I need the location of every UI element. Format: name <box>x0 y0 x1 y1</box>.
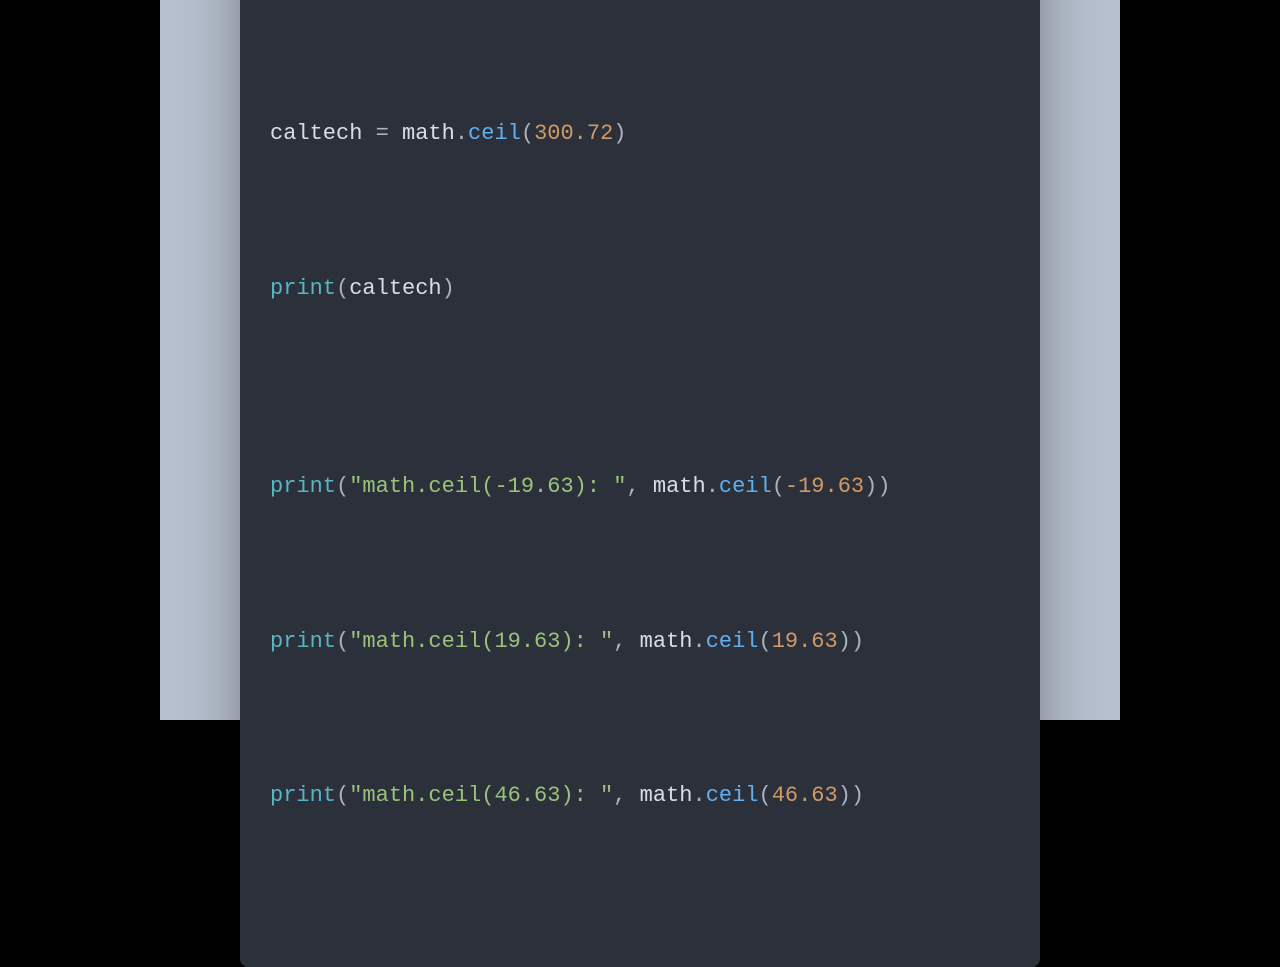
object-math: math <box>402 121 455 146</box>
dot: . <box>692 783 705 808</box>
string-literal: "math.ceil(-19.63): " <box>349 474 626 499</box>
builtin-print: print <box>270 474 336 499</box>
string-literal: "math.ceil(19.63): " <box>349 629 613 654</box>
lparen: ( <box>336 276 349 301</box>
rparen: ) <box>851 629 864 654</box>
lparen: ( <box>759 783 772 808</box>
method-ceil: ceil <box>719 474 772 499</box>
rparen: ) <box>838 629 851 654</box>
code-line-6: print("math.ceil(46.63): ", math.ceil(46… <box>270 779 1010 813</box>
method-ceil: ceil <box>706 629 759 654</box>
variable-name: caltech <box>270 121 362 146</box>
lparen: ( <box>336 783 349 808</box>
code-window: import math caltech = math.ceil(300.72) … <box>240 0 1040 967</box>
dot: . <box>706 474 719 499</box>
comma: , <box>613 629 639 654</box>
lparen: ( <box>521 121 534 146</box>
lparen: ( <box>759 629 772 654</box>
number-literal: 19.63 <box>772 629 838 654</box>
rparen: ) <box>851 783 864 808</box>
method-ceil: ceil <box>468 121 521 146</box>
rparen: ) <box>864 474 877 499</box>
arg-variable: caltech <box>349 276 441 301</box>
rparen: ) <box>877 474 890 499</box>
dot: . <box>692 629 705 654</box>
object-math: math <box>640 629 693 654</box>
code-line-4: print("math.ceil(-19.63): ", math.ceil(-… <box>270 470 1010 504</box>
rparen: ) <box>838 783 851 808</box>
number-literal: 46.63 <box>772 783 838 808</box>
builtin-print: print <box>270 629 336 654</box>
object-math: math <box>640 783 693 808</box>
code-area: import math caltech = math.ceil(300.72) … <box>240 0 1040 943</box>
stage-background: import math caltech = math.ceil(300.72) … <box>160 0 1120 720</box>
number-literal: 300.72 <box>534 121 613 146</box>
lparen: ( <box>336 474 349 499</box>
code-line-5: print("math.ceil(19.63): ", math.ceil(19… <box>270 625 1010 659</box>
rparen: ) <box>442 276 455 301</box>
comma: , <box>613 783 639 808</box>
code-line-3: print(caltech) <box>270 272 1010 306</box>
lparen: ( <box>772 474 785 499</box>
number-literal: -19.63 <box>785 474 864 499</box>
comma: , <box>626 474 652 499</box>
string-literal: "math.ceil(46.63): " <box>349 783 613 808</box>
rparen: ) <box>613 121 626 146</box>
builtin-print: print <box>270 783 336 808</box>
equals: = <box>362 121 402 146</box>
lparen: ( <box>336 629 349 654</box>
method-ceil: ceil <box>706 783 759 808</box>
dot: . <box>455 121 468 146</box>
code-line-2: caltech = math.ceil(300.72) <box>270 117 1010 151</box>
object-math: math <box>653 474 706 499</box>
builtin-print: print <box>270 276 336 301</box>
